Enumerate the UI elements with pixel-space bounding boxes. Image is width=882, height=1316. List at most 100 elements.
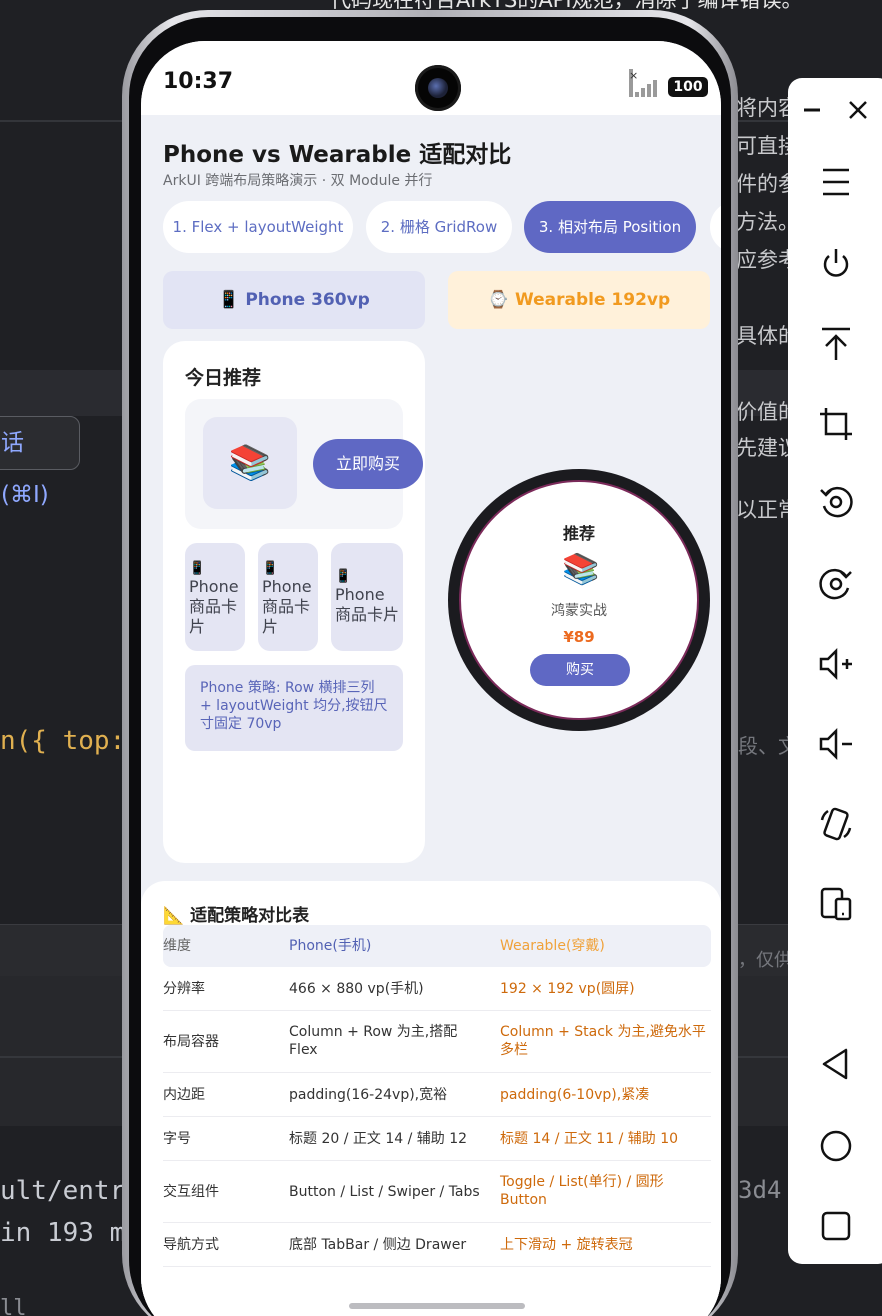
fold-device-icon[interactable] — [818, 886, 854, 922]
books-icon-glyph: 📚 — [562, 552, 600, 587]
books-icon: 📚 — [228, 443, 272, 483]
product-mini-card[interactable]: 📱 Phone 商品卡片 — [331, 543, 403, 651]
wearable-device-label: Wearable 192vp — [514, 290, 671, 310]
code-line: n({ top: — [0, 726, 125, 756]
row-wearable: Toggle / List(单行) / 圆形 Button — [500, 1174, 664, 1208]
row-wearable: padding(6-10vp),紧凑 — [500, 1087, 650, 1103]
product-hero: 📚 立即购买 — [185, 399, 423, 529]
row-phone: Column + Row 为主,搭配 Flex — [289, 1024, 458, 1058]
table-row: 字号 标题 20 / 正文 14 / 辅助 12 标题 14 / 正文 11 /… — [163, 1117, 711, 1161]
row-dimension: 分辨率 — [163, 981, 205, 997]
chat-shortcut-chip[interactable]: 话 (⌘I) — [0, 416, 80, 508]
terminal-line: in 193 m — [0, 1218, 126, 1248]
home-indicator[interactable] — [349, 1303, 525, 1309]
signal-icon: × — [629, 69, 663, 97]
app-content: Phone vs Wearable 适配对比 ArkUI 跨端布局策略演示 · … — [141, 115, 721, 1316]
rotate-device-icon[interactable] — [818, 806, 854, 842]
table-title: 📐 适配策略对比表 — [163, 901, 309, 926]
watch-buy-button[interactable]: 购买 — [530, 654, 630, 686]
mini-card-label: Phone 商品卡片 — [335, 585, 400, 624]
phone-emulator-frame: 10:37 × 100 Phone vs Wearable 适配对比 ArkUI… — [122, 10, 738, 1316]
row-dimension: 布局容器 — [163, 1034, 219, 1050]
row-wearable: Column + Stack 为主,避免水平多栏 — [500, 1024, 706, 1058]
rotate-left-icon[interactable] — [818, 484, 854, 520]
comparison-table-panel: 📐 适配策略对比表 维度 Phone(手机) Wearable(穿戴) 分辨率 … — [141, 881, 721, 1316]
back-icon[interactable] — [818, 1046, 854, 1082]
watch-title: 推荐 — [562, 524, 595, 543]
row-phone: 底部 TabBar / 侧边 Drawer — [289, 1237, 467, 1253]
menu-icon[interactable] — [818, 164, 854, 200]
terminal-line: ult/entr — [0, 1176, 126, 1206]
battery-icon: 100 — [668, 77, 708, 97]
wearable-device-toggle[interactable]: ⌚ Wearable 192vp — [448, 271, 710, 329]
table-header: 维度 Phone(手机) Wearable(穿戴) — [163, 925, 711, 967]
bg-right-text: 3d4 — [738, 1176, 782, 1204]
row-wearable: 上下滑动 + 旋转表冠 — [500, 1237, 633, 1253]
terminal-line: ll — [0, 1296, 27, 1316]
product-mini-card[interactable]: 📱 Phone 商品卡片 — [185, 543, 245, 651]
row-phone: 466 × 880 vp(手机) — [289, 981, 424, 997]
status-bar: 10:37 × 100 — [141, 41, 721, 115]
row-phone: Button / List / Swiper / Tabs — [289, 1184, 480, 1200]
book-image: 📚 — [203, 417, 297, 509]
table-row: 内边距 padding(16-24vp),宽裕 padding(6-10vp),… — [163, 1073, 711, 1117]
tab-position[interactable]: 3. 相对布局 Position — [524, 201, 696, 253]
row-wearable: 192 × 192 vp(圆屏) — [500, 981, 635, 997]
volume-up-icon[interactable] — [818, 646, 854, 682]
crop-icon[interactable] — [818, 406, 854, 442]
home-icon[interactable] — [818, 1128, 854, 1164]
power-icon[interactable] — [818, 246, 854, 282]
close-icon[interactable] — [840, 92, 876, 128]
row-dimension: 导航方式 — [163, 1237, 219, 1253]
phone-icon: 📱 — [189, 561, 206, 576]
phone-device-toggle[interactable]: 📱 Phone 360vp — [163, 271, 425, 329]
phone-preview-card: 今日推荐 📚 立即购买 📱 Phone 商品卡片 📱 Phone 商品卡片 📱 … — [163, 341, 425, 863]
table-row: 布局容器 Column + Row 为主,搭配 Flex Column + St… — [163, 1011, 711, 1073]
phone-bezel: 10:37 × 100 Phone vs Wearable 适配对比 ArkUI… — [129, 17, 731, 1316]
page-title: Phone vs Wearable 适配对比 — [163, 142, 512, 168]
minimize-icon[interactable] — [794, 92, 830, 128]
buy-now-button[interactable]: 立即购买 — [313, 439, 423, 489]
volume-down-icon[interactable] — [818, 726, 854, 762]
watch-icon: ⌚ — [487, 290, 509, 310]
table-row: 导航方式 底部 TabBar / 侧边 Drawer 上下滑动 + 旋转表冠 — [163, 1223, 711, 1267]
table-row: 分辨率 466 × 880 vp(手机) 192 × 192 vp(圆屏) — [163, 967, 711, 1011]
code-line-text: n({ top: — [0, 726, 126, 756]
recents-icon[interactable] — [818, 1208, 854, 1244]
pin-top-icon[interactable] — [818, 326, 854, 362]
table-title-text: 适配策略对比表 — [190, 906, 310, 926]
header-phone: Phone(手机) — [289, 938, 372, 954]
bg-right-text: ，仅供 — [738, 950, 792, 971]
mini-card-label: Phone 商品卡片 — [189, 577, 239, 636]
watch-face: 推荐 📚 鸿蒙实战 ¥89 购买 — [459, 480, 699, 720]
watch-preview: 推荐 📚 鸿蒙实战 ¥89 购买 — [448, 469, 710, 731]
watch-product-name: 鸿蒙实战 — [551, 603, 607, 619]
header-dimension: 维度 — [163, 938, 191, 954]
row-wearable: 标题 14 / 正文 11 / 辅助 10 — [500, 1131, 679, 1147]
emulator-toolbar — [788, 78, 882, 1264]
tab-flex-layoutweight[interactable]: 1. Flex + layoutWeight — [163, 201, 353, 253]
row-dimension: 字号 — [163, 1131, 191, 1147]
status-time: 10:37 — [163, 69, 234, 94]
phone-icon: 📱 — [218, 290, 240, 310]
phone-icon: 📱 — [262, 561, 279, 576]
tab-gridrow[interactable]: 2. 栅格 GridRow — [366, 201, 512, 253]
rotate-right-icon[interactable] — [818, 566, 854, 602]
table-row: 交互组件 Button / List / Swiper / Tabs Toggl… — [163, 1161, 711, 1223]
tab-4[interactable]: 4 — [710, 201, 721, 253]
card-title: 今日推荐 — [185, 367, 262, 389]
no-sim-icon: × — [629, 69, 638, 97]
triangle-ruler-icon: 📐 — [163, 906, 185, 926]
watch-product-price: ¥89 — [563, 628, 595, 646]
product-mini-card[interactable]: 📱 Phone 商品卡片 — [258, 543, 318, 651]
row-phone: 标题 20 / 正文 14 / 辅助 12 — [289, 1131, 468, 1147]
row-dimension: 交互组件 — [163, 1184, 219, 1200]
page-subtitle: ArkUI 跨端布局策略演示 · 双 Module 并行 — [163, 173, 433, 189]
phone-icon: 📱 — [335, 569, 352, 584]
phone-screen[interactable]: 10:37 × 100 Phone vs Wearable 适配对比 ArkUI… — [141, 41, 721, 1316]
phone-strategy-note: Phone 策略: Row 横排三列 + layoutWeight 均分,按钮尺… — [185, 665, 403, 751]
row-phone: padding(16-24vp),宽裕 — [289, 1087, 448, 1103]
books-icon: 📚 — [557, 552, 605, 588]
front-camera — [415, 65, 461, 111]
phone-device-label: Phone 360vp — [245, 290, 370, 310]
